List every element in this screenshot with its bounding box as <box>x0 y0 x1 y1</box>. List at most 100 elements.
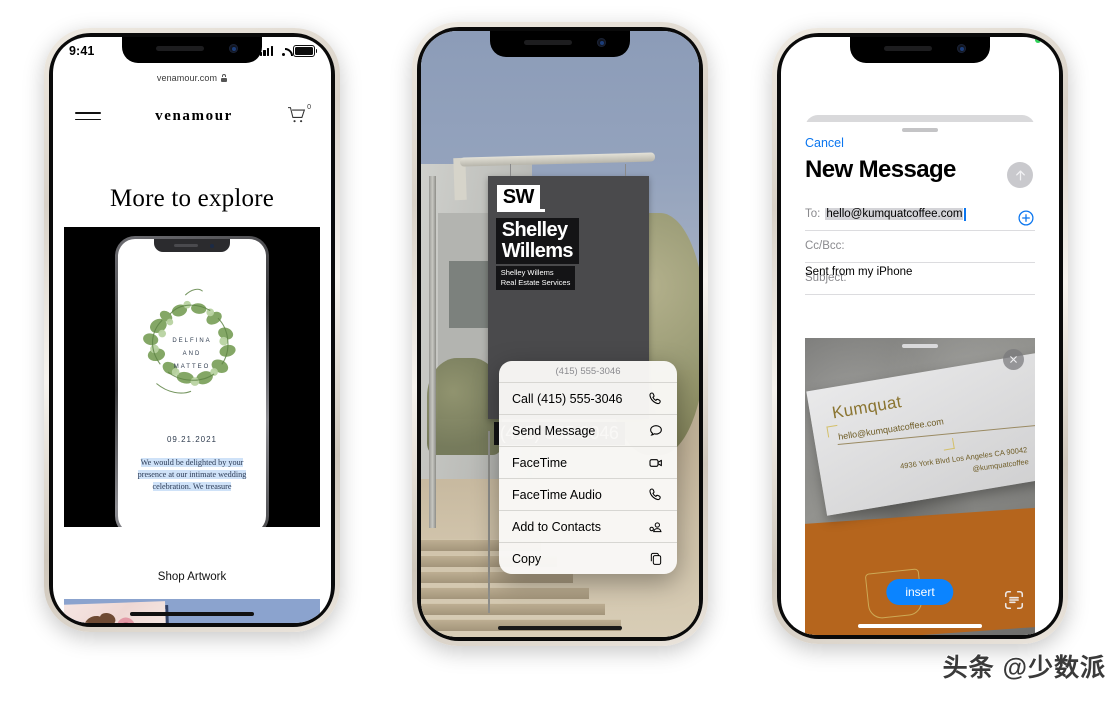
earpiece-speaker <box>884 46 932 51</box>
url-text: venamour.com <box>156 73 218 83</box>
status-indicators <box>259 45 318 57</box>
camera-panel-grabber[interactable] <box>902 344 938 348</box>
green-camera-indicator <box>1035 37 1041 43</box>
menu-item-call[interactable]: Call (415) 555-3046 <box>499 383 677 415</box>
notch <box>850 37 990 63</box>
site-nav: venamour 0 <box>53 95 331 137</box>
phone-icon <box>647 390 664 407</box>
invite-body-text[interactable]: We would be delighted by your presence a… <box>127 457 257 493</box>
building-window <box>448 261 494 328</box>
to-field-row[interactable]: To: hello@kumquatcoffee.com <box>805 198 1035 231</box>
sign-sub-line-1: Shelley Willems <box>500 268 554 278</box>
shop-artwork-link[interactable]: Shop Artwork <box>53 571 331 583</box>
menu-item-add-to-contacts[interactable]: Add to Contacts <box>499 511 677 543</box>
to-value: hello@kumquatcoffee.com <box>825 208 964 220</box>
sign-initials-underline <box>496 209 545 212</box>
card-business-name: Kumquat <box>830 392 903 423</box>
wifi-icon <box>277 47 289 56</box>
menu-item-label: Copy <box>512 551 542 566</box>
menu-item-label: Send Message <box>512 423 596 438</box>
menu-item-label: Add to Contacts <box>512 519 601 534</box>
battery-icon <box>293 45 318 57</box>
earpiece-speaker <box>524 40 572 45</box>
inner-phone-screen: DELFINA AND MATTEO 09.21.2021 We would b… <box>118 239 266 527</box>
site-brand-logo: venamour <box>155 107 233 124</box>
live-text-context-menu[interactable]: (415) 555-3046 Call (415) 555-3046 Send … <box>499 361 677 574</box>
menu-item-send-message[interactable]: Send Message <box>499 415 677 447</box>
sign-name-line-1: Shelley <box>501 219 568 242</box>
menu-item-facetime[interactable]: FaceTime <box>499 447 677 479</box>
sign-name-line-2: Willems <box>501 240 574 263</box>
phone-1-screen: 9:41 venamour.com venamour 0 More to exp… <box>53 37 331 623</box>
front-camera-icon <box>229 44 238 53</box>
text-caret <box>964 207 966 221</box>
screenshot-canvas: 9:41 venamour.com venamour 0 More to exp… <box>0 0 1120 702</box>
cc-bcc-field-row[interactable]: Cc/Bcc: <box>805 230 1035 263</box>
context-menu-header: (415) 555-3046 <box>499 361 677 383</box>
home-indicator[interactable] <box>498 625 622 630</box>
live-text-camera-panel: Kumquat hello@kumquatcoffee.com 4936 Yor… <box>805 338 1035 635</box>
menu-item-label: Call (415) 555-3046 <box>512 391 623 406</box>
orange-surface <box>805 506 1035 635</box>
hamburger-menu-icon[interactable] <box>75 112 101 120</box>
home-indicator[interactable] <box>858 623 982 628</box>
battery-icon <box>1021 45 1046 57</box>
front-camera-icon <box>957 44 966 53</box>
sign-initials-badge: SW <box>496 185 540 210</box>
add-contact-icon <box>647 518 664 535</box>
wifi-icon <box>1005 47 1017 56</box>
message-bubble-icon <box>647 422 664 439</box>
invite-couple-names: DELFINA AND MATTEO <box>172 338 212 370</box>
menu-item-facetime-audio[interactable]: FaceTime Audio <box>499 479 677 511</box>
menu-item-label: FaceTime <box>512 455 568 470</box>
stair-railing <box>487 430 490 613</box>
sign-wire-left <box>510 164 512 177</box>
browser-url-bar[interactable]: venamour.com <box>53 65 331 91</box>
phone-3-screen: 9:41 Cancel New Message To: hello@kumqua… <box>781 37 1059 635</box>
status-time: 9:41 <box>797 44 823 58</box>
message-body-text[interactable]: Sent from my iPhone <box>805 266 1035 278</box>
notch <box>490 31 630 57</box>
page-title: New Message <box>805 156 956 183</box>
earpiece-speaker <box>156 46 204 51</box>
shopping-cart-icon[interactable]: 0 <box>287 104 311 126</box>
card-address-text: 4936 York Blvd Los Angeles CA 90042 @kum… <box>899 444 1030 485</box>
cc-bcc-label: Cc/Bcc: <box>805 240 845 252</box>
live-text-bracket-top-left <box>826 424 840 438</box>
cart-count-badge: 0 <box>307 104 311 111</box>
to-label: To: <box>805 208 821 220</box>
status-time: 9:41 <box>69 44 95 58</box>
send-button[interactable] <box>1007 162 1033 188</box>
live-text-bracket-bottom-right <box>942 437 955 451</box>
phone-2-camera-live-text: SW Shelley Willems Shelley Willems Real … <box>412 22 708 646</box>
phone-icon <box>647 486 664 503</box>
page-title: More to explore <box>109 185 275 212</box>
front-camera-icon <box>597 38 606 47</box>
close-x-icon[interactable] <box>1003 349 1024 370</box>
menu-item-label: FaceTime Audio <box>512 487 602 502</box>
video-camera-icon <box>647 454 664 471</box>
compose-sheet: Cancel New Message To: hello@kumquatcoff… <box>793 122 1047 635</box>
menu-item-copy[interactable]: Copy <box>499 543 677 574</box>
plus-circle-icon[interactable] <box>1017 209 1035 227</box>
notch <box>122 37 262 63</box>
home-indicator[interactable] <box>130 611 254 616</box>
insert-button[interactable]: insert <box>886 579 954 605</box>
sheet-grabber[interactable] <box>902 128 938 132</box>
sign-sub-line-2: Real Estate Services <box>500 278 571 288</box>
lock-icon <box>221 74 228 82</box>
inner-phone-mockup: DELFINA AND MATTEO 09.21.2021 We would b… <box>115 236 269 527</box>
cancel-button[interactable]: Cancel <box>805 136 844 150</box>
sign-wire-right <box>625 164 627 177</box>
phone-1-safari-browser: 9:41 venamour.com venamour 0 More to exp… <box>44 28 340 632</box>
sign-initials: SW <box>502 186 535 209</box>
invite-date: 09.21.2021 <box>166 435 218 444</box>
watermark: 头条 @少数派 <box>942 654 1106 682</box>
sign-agent-name: Shelley Willems <box>495 218 579 265</box>
phone-2-screen: SW Shelley Willems Shelley Willems Real … <box>421 31 699 637</box>
text-scan-icon[interactable] <box>1003 589 1025 611</box>
hero-image-black-panel: DELFINA AND MATTEO 09.21.2021 We would b… <box>64 227 320 527</box>
copy-icon <box>647 550 664 567</box>
status-indicators <box>987 37 1046 57</box>
sign-subtitle: Shelley Willems Real Estate Services <box>495 266 576 291</box>
